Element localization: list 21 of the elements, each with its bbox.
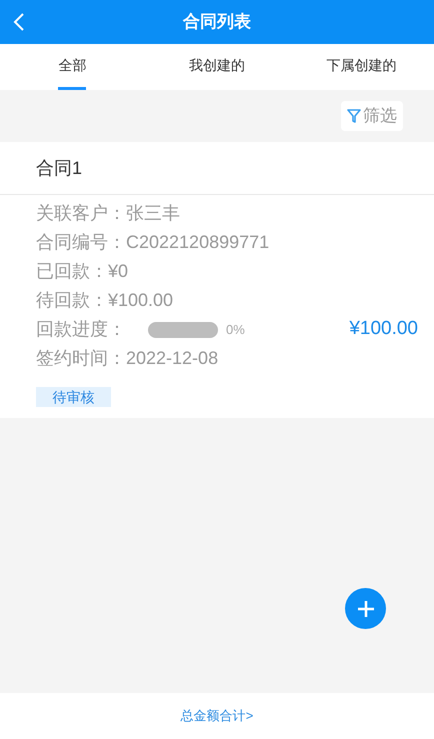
tab[interactable]: 全部 — [58, 44, 86, 90]
funnel-icon — [347, 109, 361, 123]
tab[interactable]: 我创建的 — [189, 44, 245, 90]
progress-track — [148, 322, 218, 338]
field-label: 回款进度： — [36, 318, 126, 341]
amount: ¥100.00 — [349, 317, 418, 342]
status-tag: 待审核 — [36, 387, 111, 407]
field-text: 已回款：¥0 — [36, 260, 128, 283]
add-button[interactable] — [345, 588, 386, 629]
field-text: 合同编号：C2022120899771 — [36, 231, 270, 254]
field-text: 关联客户：张三丰 — [36, 202, 180, 225]
plus-icon — [356, 600, 374, 618]
field-text: 签约时间：2022-12-08 — [36, 347, 218, 370]
back-icon[interactable] — [13, 12, 25, 32]
field-text: 待回款：¥100.00 — [36, 289, 174, 312]
tab[interactable]: 下属创建的 — [326, 44, 397, 90]
total-amount-link[interactable]: 总金额合计> — [180, 706, 254, 726]
contract-title: 合同1 — [36, 156, 82, 180]
progress-reading: 0% — [226, 320, 245, 339]
page-title: 合同列表 — [183, 11, 251, 34]
contract-card[interactable]: 合同1 关联客户：张三丰 合同编号：C2022120899771 已回款：¥0 待回款：¥100.00 回款进度： 0% ¥100.00 签约时间：2022-12-08 待审核 — [0, 142, 434, 418]
